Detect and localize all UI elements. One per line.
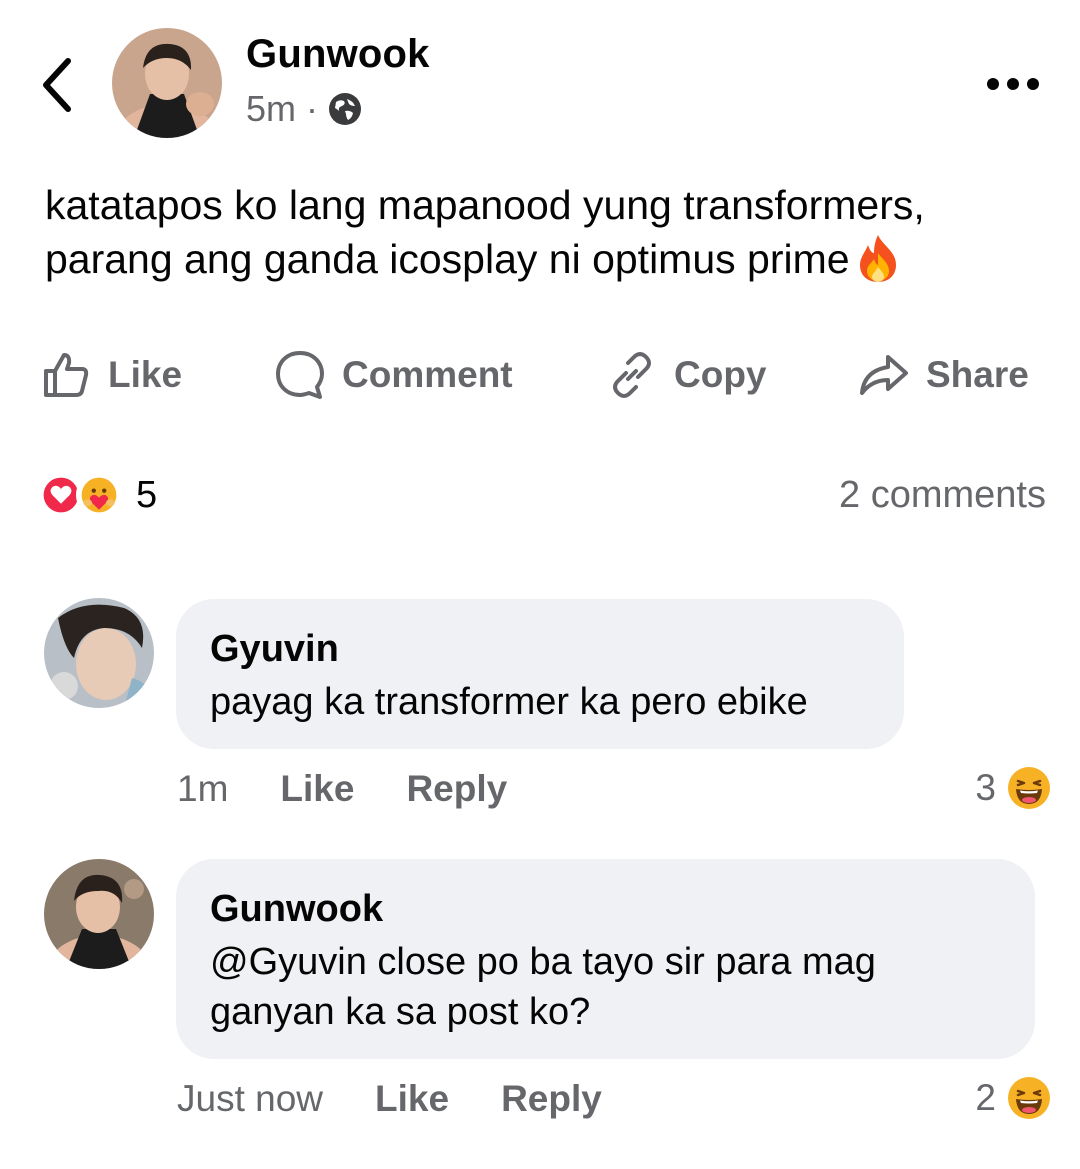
- share-arrow-icon: [860, 355, 908, 395]
- comment-text: @Gyuvin close po ba tayo sir para mag ga…: [210, 941, 876, 1033]
- avatar-image: [44, 598, 154, 708]
- comment-time: 1m: [177, 768, 229, 809]
- comment-like-button[interactable]: Like: [280, 768, 354, 810]
- comment-label: Comment: [342, 354, 513, 395]
- comment-reply-button[interactable]: Reply: [406, 768, 507, 810]
- comments-count[interactable]: 2 comments: [839, 474, 1046, 517]
- comment-bubble: Gyuvin payag ka transformer ka pero ebik…: [176, 599, 904, 749]
- share-button[interactable]: Share: [858, 345, 1029, 405]
- fire-emoji: [859, 235, 896, 282]
- share-label: Share: [926, 354, 1029, 395]
- avatar-image: [44, 859, 154, 969]
- post-body: katatapos ko lang mapanood yung transfor…: [45, 178, 1045, 286]
- more-options-button[interactable]: [985, 64, 1041, 104]
- globe-icon: [329, 93, 362, 125]
- post-time: 5m: [246, 88, 297, 129]
- comment-bubble: Gunwook @Gyuvin close po ba tayo sir par…: [176, 859, 1035, 1059]
- care-reaction-icon: [76, 472, 122, 518]
- link-icon: [613, 352, 651, 398]
- comment-button[interactable]: Comment: [274, 345, 513, 405]
- comment-meta: Just now Like Reply: [177, 1078, 602, 1120]
- commenter-avatar[interactable]: [44, 598, 154, 708]
- haha-reaction-icon: [1008, 1077, 1050, 1119]
- back-button[interactable]: [38, 55, 78, 115]
- reaction-count: 5: [136, 473, 158, 516]
- like-label: Like: [108, 354, 183, 395]
- comment-reaction-count: 3: [975, 767, 996, 808]
- like-button[interactable]: Like: [40, 345, 182, 405]
- comment-time: Just now: [177, 1078, 324, 1119]
- comment-reactions[interactable]: 3: [975, 765, 1052, 811]
- more-horizontal-icon: [987, 78, 1039, 90]
- post-meta: 5m ·: [246, 88, 362, 130]
- copy-label: Copy: [674, 354, 767, 395]
- comment-reaction-count: 2: [975, 1077, 996, 1118]
- comment-bubble-icon: [276, 351, 324, 399]
- haha-reaction-icon: [1008, 767, 1050, 809]
- reactions-summary[interactable]: 5: [38, 472, 157, 518]
- post-text: katatapos ko lang mapanood yung transfor…: [45, 182, 925, 282]
- comment-reply-button[interactable]: Reply: [501, 1078, 602, 1120]
- comment-text: payag ka transformer ka pero ebike: [210, 681, 808, 723]
- thumbs-up-icon: [44, 353, 89, 397]
- comment-like-button[interactable]: Like: [375, 1078, 449, 1120]
- comment-author[interactable]: Gyuvin: [210, 625, 870, 673]
- comment-author[interactable]: Gunwook: [210, 885, 1001, 933]
- commenter-avatar[interactable]: [44, 859, 154, 969]
- author-avatar[interactable]: [112, 28, 222, 138]
- chevron-left-icon: [43, 58, 71, 112]
- avatar-image: [112, 28, 222, 138]
- comment-reactions[interactable]: 2: [975, 1075, 1052, 1121]
- post-author-name[interactable]: Gunwook: [246, 32, 430, 77]
- copy-link-button[interactable]: Copy: [606, 345, 767, 405]
- comment-meta: 1m Like Reply: [177, 768, 507, 810]
- meta-separator: ·: [306, 88, 319, 129]
